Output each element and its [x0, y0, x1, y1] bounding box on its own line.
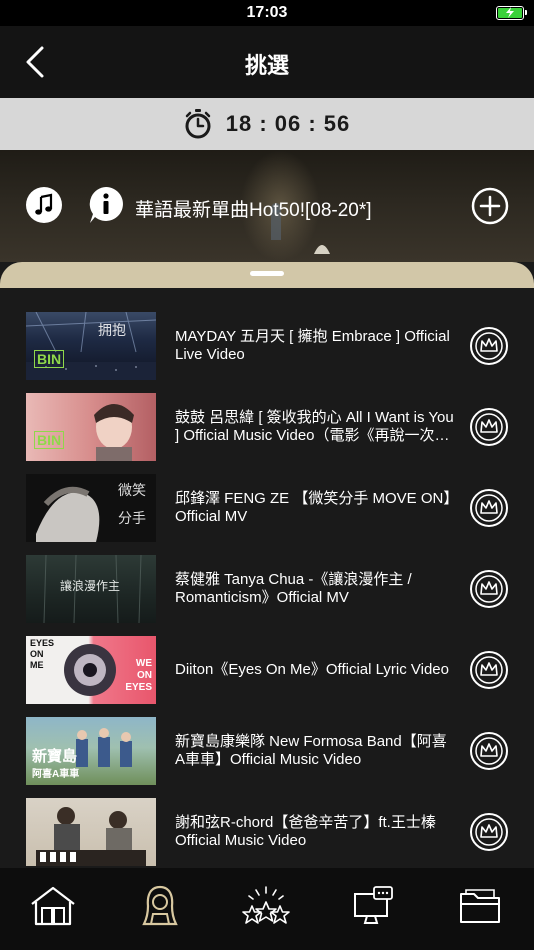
list-item[interactable]: BIN 鼓鼓 呂思緯 [ 簽收我的心 All I Want is You ] O… [0, 369, 534, 461]
list-item[interactable]: 微笑 分手 邱鋒澤 FENG ZE 【微笑分手 MOVE ON】Official… [0, 450, 534, 542]
folder-icon[interactable] [456, 884, 506, 928]
crown-request-icon[interactable] [469, 650, 509, 690]
thumb-text: 讓浪漫作主 [60, 579, 121, 593]
home-icon[interactable] [28, 884, 78, 928]
list-item[interactable]: 新寶島 阿喜A車車 新寶島康樂隊 New Formosa Band【阿喜A車車】… [0, 693, 534, 785]
crown-request-icon[interactable] [469, 326, 509, 366]
song-title: 新寶島康樂隊 New Formosa Band【阿喜A車車】Official M… [175, 733, 447, 768]
song-thumbnail [26, 798, 156, 866]
crown-request-icon[interactable] [469, 812, 509, 852]
status-bar: 17:03 [0, 0, 534, 26]
thumb-text: EYES ON ME [30, 638, 55, 670]
lamp-shape [314, 245, 330, 254]
song-list[interactable]: 拥抱 BIN MAYDAY 五月天 [ 擁抱 Embrace ] Officia… [0, 288, 534, 868]
song-title: MAYDAY 五月天 [ 擁抱 Embrace ] Official Live … [175, 328, 450, 363]
playlist-title: 華語最新單曲Hot50![08-20*] [135, 200, 372, 221]
song-title: Diiton《Eyes On Me》Official Lyric Video [175, 661, 449, 678]
nav-bar: 挑選 [0, 26, 534, 98]
thumb-logo: BIN [34, 350, 65, 368]
crown-request-icon[interactable] [469, 569, 509, 609]
music-note-button[interactable] [26, 187, 62, 223]
list-item[interactable]: EYES ON ME WE ON EYES Diiton《Eyes On Me》Offi… [0, 612, 534, 704]
stars-icon[interactable] [241, 884, 291, 928]
list-item[interactable]: 謝和弦R-chord【爸爸辛苦了】ft.王士榛 Official Music V… [0, 774, 534, 866]
crown-request-icon[interactable] [469, 731, 509, 771]
song-title: 鼓鼓 呂思緯 [ 簽收我的心 All I Want is You ] Offic… [175, 409, 454, 444]
list-item[interactable]: 拥抱 BIN MAYDAY 五月天 [ 擁抱 Embrace ] Officia… [0, 288, 534, 380]
singer-icon[interactable] [135, 884, 185, 928]
drag-handle[interactable] [250, 271, 284, 276]
playlist-header: 華語最新單曲Hot50![08-20*] [0, 150, 534, 262]
info-bubble-icon[interactable] [88, 186, 124, 224]
song-title: 謝和弦R-chord【爸爸辛苦了】ft.王士榛 Official Music V… [175, 814, 436, 849]
thumb-text: 微笑 [118, 483, 146, 499]
thumb-text: 拥抱 [98, 323, 126, 339]
status-time: 17:03 [246, 4, 288, 21]
thumb-text: 分手 [118, 511, 146, 527]
battery-icon [496, 6, 527, 20]
page-title: 挑選 [244, 53, 289, 78]
stopwatch-icon [185, 109, 211, 139]
sheet-header[interactable] [0, 262, 534, 288]
crown-request-icon[interactable] [469, 488, 509, 528]
tab-bar [0, 868, 534, 950]
song-title: 邱鋒澤 FENG ZE 【微笑分手 MOVE ON】Official MV [175, 490, 451, 525]
monitor-chat-icon[interactable] [348, 884, 398, 928]
thumb-logo: BIN [34, 431, 65, 449]
song-title: 蔡健雅 Tanya Chua -《讓浪漫作主 / Romanticism》Off… [175, 571, 412, 606]
timer-text: 18 : 06 : 56 [225, 111, 351, 136]
music-note-icon [35, 193, 53, 215]
thumb-text: 新寶島 [32, 747, 78, 765]
add-circle-icon[interactable] [471, 187, 509, 225]
thumb-text-mirror: WE ON EYES [125, 658, 152, 693]
list-item[interactable]: 讓浪漫作主 蔡健雅 Tanya Chua -《讓浪漫作主 / Romantici… [0, 531, 534, 623]
crown-request-icon[interactable] [469, 407, 509, 447]
countdown-timer: 18 : 06 : 56 [0, 98, 534, 150]
